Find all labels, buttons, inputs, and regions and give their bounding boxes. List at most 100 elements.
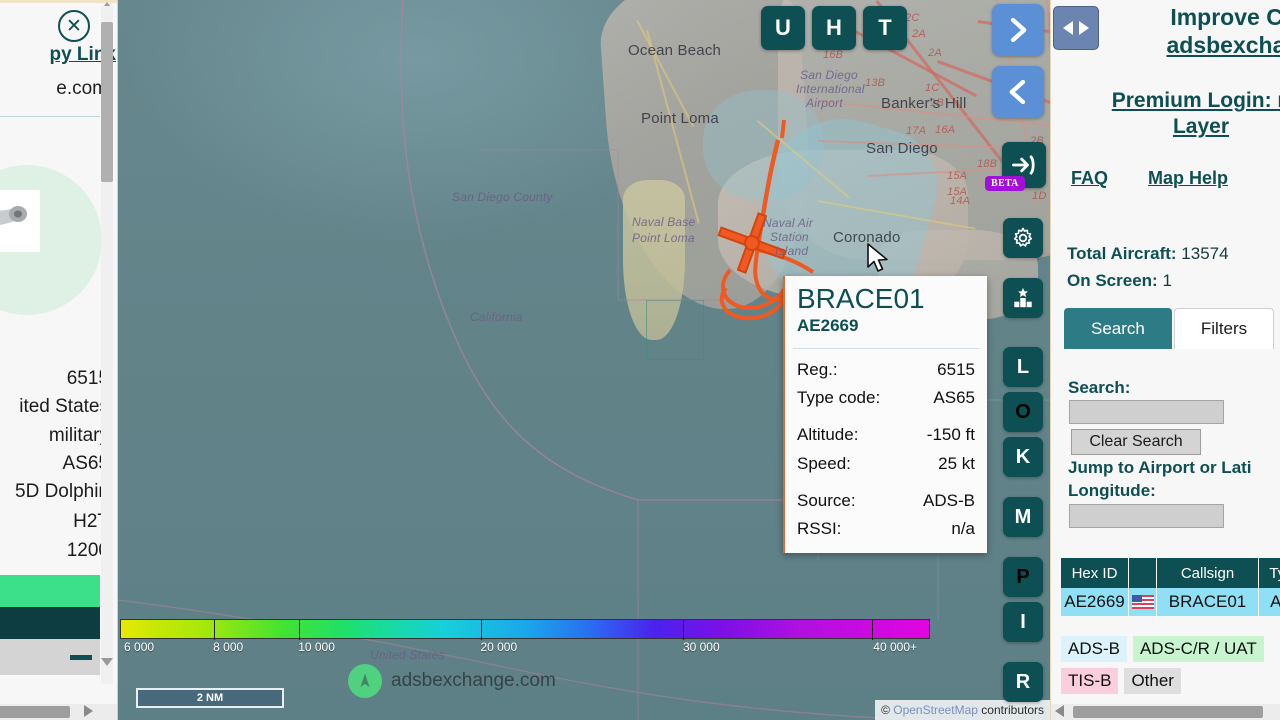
map-button-u[interactable]: U — [761, 6, 805, 50]
tooltip-label-source: Source: — [797, 490, 856, 510]
table-cell-hex-id[interactable]: AE2669 — [1061, 588, 1129, 616]
adsbexchange-watermark: adsbexchange.com — [348, 664, 556, 698]
map-label: San Diego — [866, 140, 938, 157]
map-label: 2A — [928, 47, 942, 59]
altitude-tick — [682, 620, 684, 640]
tooltip-row-speed: Speed: 25 kt — [797, 450, 975, 478]
attribution-suffix: contributors — [977, 703, 1044, 717]
left-panel-horizontal-scroll-thumb[interactable] — [0, 706, 70, 718]
mouse-cursor — [867, 243, 888, 272]
rail-button-m[interactable]: M — [1003, 497, 1043, 537]
total-aircraft-value: 13574 — [1181, 244, 1229, 263]
sidebar-horizontal-scroll-thumb[interactable] — [1073, 706, 1263, 718]
aircraft-photo — [0, 190, 40, 252]
scroll-right-arrow-icon[interactable] — [84, 705, 93, 717]
sidebar-title-link[interactable]: adsbexchang — [1075, 32, 1280, 60]
map-panel-expand-right-button[interactable] — [992, 4, 1044, 56]
tooltip-label-typecode: Type code: — [797, 388, 881, 408]
clear-search-button[interactable]: Clear Search — [1071, 429, 1201, 455]
map-label: Ocean Beach — [628, 42, 722, 59]
tooltip-value-speed: 25 kt — [938, 453, 975, 473]
map-label: San Diego County — [452, 190, 553, 204]
faq-link[interactable]: FAQ — [1071, 168, 1108, 189]
map-label: Banker's Hill — [881, 95, 967, 112]
map-panel-collapse-left-button[interactable] — [992, 66, 1044, 118]
rail-button-l[interactable]: L — [1003, 347, 1043, 387]
beta-badge: BETA — [985, 176, 1025, 191]
tooltip-label-rssi: RSSI: — [797, 518, 842, 538]
activity-tab-button[interactable]: IVITY — [0, 607, 100, 639]
site-url-text: e.com — [56, 78, 108, 99]
map-label: 15A — [947, 170, 968, 182]
source-legend-chips: ADS-B ADS-C/R / UAT TIS-B Other — [1061, 636, 1270, 700]
gear-icon — [1013, 227, 1033, 247]
watermark-text: adsbexchange.com — [391, 670, 556, 691]
table-header-callsign[interactable]: Callsign — [1157, 558, 1259, 588]
map-naval-base-outline — [646, 300, 704, 360]
map-label: 17A — [906, 125, 927, 137]
adsbexchange-logo-icon — [348, 664, 382, 698]
sidebar-tabs: Search Filters — [1064, 308, 1275, 349]
tab-filters[interactable]: Filters — [1173, 308, 1275, 349]
rail-button-i[interactable]: I — [1003, 602, 1043, 642]
map-help-link[interactable]: Map Help — [1148, 168, 1228, 189]
altitude-tick — [480, 620, 482, 640]
tooltip-hex-id: AE2669 — [797, 316, 859, 336]
altitude-gradient-bar — [120, 619, 930, 640]
leaderboard-button[interactable] — [1003, 278, 1043, 318]
app-root: Ocean Beach Point Loma Naval Base Point Lom… — [0, 0, 1280, 720]
us-flag-icon — [1131, 595, 1154, 609]
map-label: Airport — [806, 96, 843, 110]
rail-button-k[interactable]: K — [1003, 437, 1043, 477]
legend-chip-adsb: ADS-B — [1061, 636, 1127, 662]
rail-button-p[interactable]: P — [1003, 557, 1043, 597]
map-scale-bar: 2 NM — [136, 688, 284, 708]
table-header-hex-id[interactable]: Hex ID — [1061, 558, 1129, 588]
tooltip-label-reg: Reg.: — [797, 360, 838, 380]
copy-link-button[interactable]: py Link — [0, 44, 116, 66]
rail-button-o[interactable]: O — [1003, 392, 1043, 432]
tooltip-value-reg: 6515 — [937, 360, 975, 380]
map-label: Station — [770, 230, 809, 244]
scroll-down-arrow-icon[interactable] — [101, 658, 113, 666]
login-arrow-icon — [1012, 155, 1035, 175]
map-label: San Diego — [800, 68, 858, 82]
search-input[interactable] — [1069, 400, 1224, 424]
map-label: Naval Base — [632, 215, 696, 229]
openstreetmap-link[interactable]: OpenStreetMap — [893, 703, 978, 717]
attribution-prefix: © — [881, 703, 894, 717]
table-cell-type[interactable]: AS — [1259, 588, 1280, 616]
tab-search[interactable]: Search — [1064, 308, 1172, 349]
legend-chip-tisb: TIS-B — [1061, 668, 1119, 694]
podium-icon — [1014, 287, 1032, 308]
detail-value-country: ited States — [19, 396, 109, 417]
close-icon[interactable]: ✕ — [58, 10, 90, 42]
map-label: 2C — [905, 12, 920, 24]
tooltip-spacer — [797, 478, 975, 487]
table-col-hex: Hex ID AE2669 — [1061, 558, 1129, 616]
table-cell-callsign[interactable]: BRACE01 — [1157, 588, 1259, 616]
legend-chip-other: Other — [1124, 668, 1181, 694]
altitude-tick-label: 40 000+ — [873, 640, 918, 654]
table-col-type: Typ AS — [1259, 558, 1280, 616]
scroll-left-arrow-icon[interactable] — [1055, 705, 1064, 717]
left-panel-vertical-scroll-thumb[interactable] — [101, 22, 113, 182]
jump-input[interactable] — [1069, 504, 1224, 528]
altitude-color-legend: 6 000 8 000 10 000 20 000 30 000 40 000+ — [120, 619, 930, 658]
search-field-label: Search: — [1068, 378, 1131, 397]
tooltip-row-source: Source: ADS-B — [797, 487, 975, 515]
jump-field-label-line1: Jump to Airport or Lati — [1068, 458, 1252, 477]
tooltip-header: BRACE01 AE2669 — [785, 276, 987, 344]
map-button-h[interactable]: H — [812, 6, 856, 50]
table-col-callsign: Callsign BRACE01 — [1157, 558, 1259, 616]
settings-button[interactable] — [1003, 218, 1043, 258]
details-tab-button[interactable]: AILS — [0, 575, 100, 607]
rail-button-r[interactable]: R — [1003, 662, 1043, 702]
plane-glyph-icon — [360, 673, 370, 687]
premium-login-link[interactable]: Premium Login: n Layer — [1051, 88, 1280, 141]
table-header-type[interactable]: Typ — [1259, 558, 1280, 588]
tooltip-label-altitude: Altitude: — [797, 425, 859, 445]
map-button-t[interactable]: T — [863, 6, 907, 50]
altitude-tick-labels: 6 000 8 000 10 000 20 000 30 000 40 000+ — [120, 640, 930, 658]
altitude-tick-label: 8 000 — [213, 640, 244, 654]
